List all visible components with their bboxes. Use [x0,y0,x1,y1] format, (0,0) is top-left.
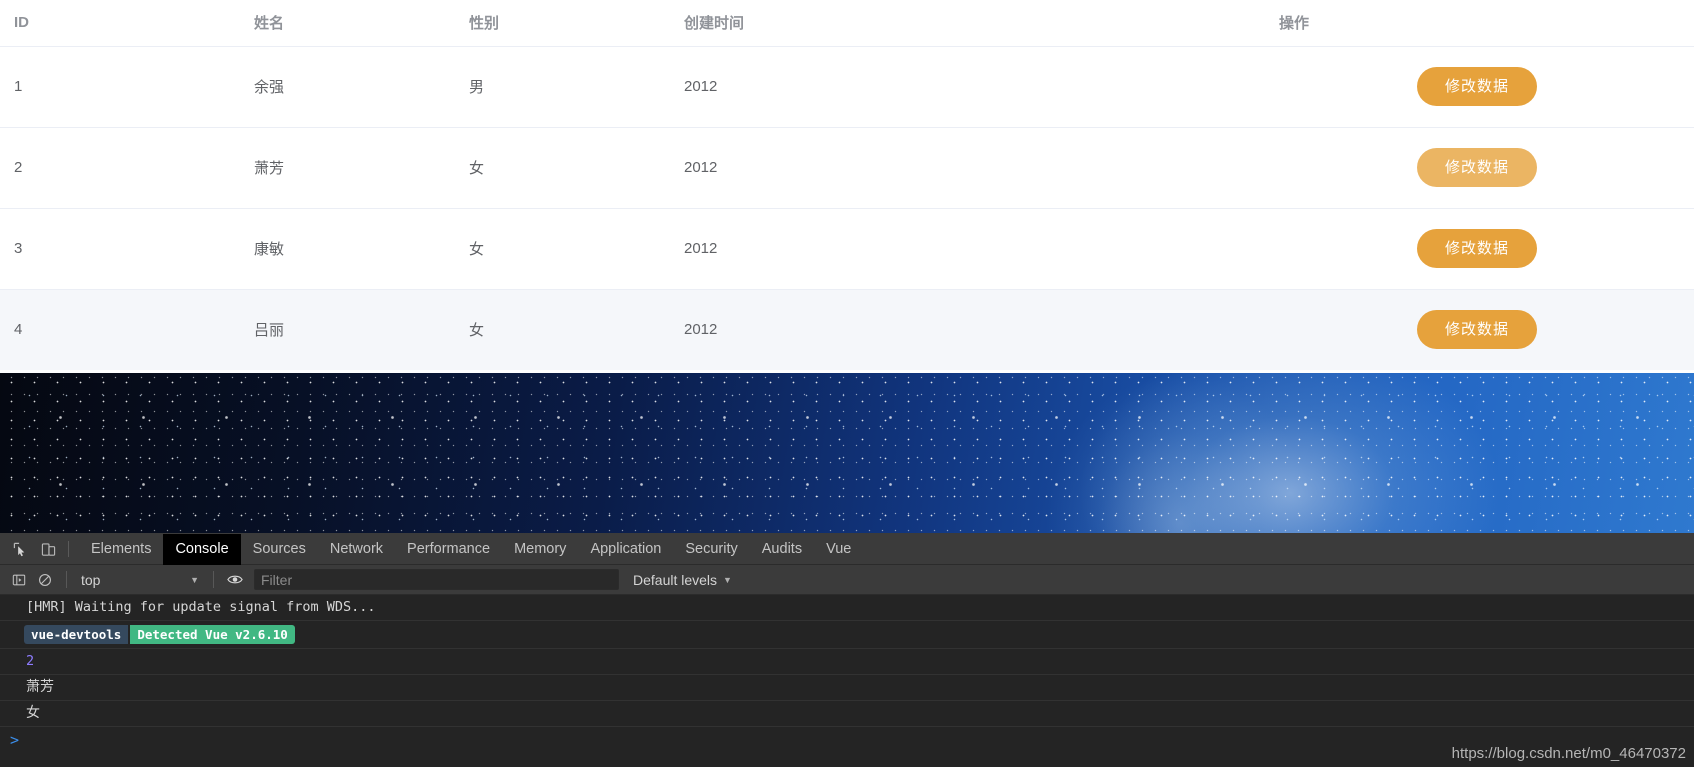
tab-console[interactable]: Console [163,534,241,565]
cell-name: 萧芳 [240,127,455,209]
column-header-action: 操作 [1265,0,1694,47]
edit-data-button[interactable]: 修改数据 [1417,148,1537,187]
console-prompt[interactable]: > [0,727,1694,753]
user-data-table: ID 姓名 性别 创建时间 操作 1 余强 男 2012 修改数据 2 萧芳 女… [0,0,1694,370]
console-filter-toolbar: top ▼ Default levels ▼ [0,565,1694,595]
clear-console-icon[interactable] [32,568,58,592]
cell-created: 2012 [670,289,1265,370]
console-log-message: 女 [0,701,1694,727]
execution-context-select[interactable]: top ▼ [75,569,205,591]
tab-sources[interactable]: Sources [241,534,318,565]
cell-id: 3 [0,208,240,290]
tab-elements[interactable]: Elements [79,534,163,565]
tab-memory[interactable]: Memory [502,534,578,565]
table-row[interactable]: 1 余强 男 2012 修改数据 [0,46,1694,128]
device-toolbar-icon[interactable] [34,536,62,562]
tab-audits[interactable]: Audits [750,534,814,565]
cell-action: 修改数据 [1265,289,1694,370]
table-header-row: ID 姓名 性别 创建时间 操作 [0,0,1694,47]
cell-id: 2 [0,127,240,209]
tab-application[interactable]: Application [578,534,673,565]
cell-action: 修改数据 [1265,46,1694,128]
chevron-down-icon: ▼ [190,574,199,585]
table-row[interactable]: 2 萧芳 女 2012 修改数据 [0,127,1694,209]
table-row[interactable]: 3 康敏 女 2012 修改数据 [0,208,1694,290]
column-header-name: 姓名 [240,0,455,47]
edit-data-button[interactable]: 修改数据 [1417,67,1537,106]
devtools-tabbar: Elements Console Sources Network Perform… [0,534,1694,565]
cell-gender: 男 [455,46,670,128]
cell-created: 2012 [670,127,1265,209]
table-header: ID 姓名 性别 创建时间 操作 [0,0,1694,47]
tab-security[interactable]: Security [673,534,749,565]
cell-id: 4 [0,289,240,370]
cell-created: 2012 [670,208,1265,290]
prompt-caret-icon: > [10,731,20,749]
live-expression-eye-icon[interactable] [222,568,248,592]
cell-name: 余强 [240,46,455,128]
cell-gender: 女 [455,127,670,209]
cell-gender: 女 [455,289,670,370]
column-header-created-time: 创建时间 [670,0,1265,47]
web-page-content: ID 姓名 性别 创建时间 操作 1 余强 男 2012 修改数据 2 萧芳 女… [0,0,1694,533]
table-body: 1 余强 男 2012 修改数据 2 萧芳 女 2012 修改数据 3 康敏 女… [0,46,1694,370]
console-filter-input[interactable] [254,569,619,590]
cell-gender: 女 [455,208,670,290]
cell-action: 修改数据 [1265,127,1694,209]
toolbar-divider [68,541,69,557]
console-log-message: 萧芳 [0,675,1694,701]
filter-divider-2 [213,571,214,588]
filter-divider-1 [66,571,67,588]
table-row[interactable]: 4 吕丽 女 2012 修改数据 [0,289,1694,370]
cell-created: 2012 [670,46,1265,128]
execution-context-value: top [81,571,101,588]
log-levels-select[interactable]: Default levels ▼ [633,572,732,588]
column-header-id: ID [0,0,240,47]
tab-performance[interactable]: Performance [395,534,502,565]
console-log-badge: vue-devtools Detected Vue v2.6.10 [0,621,1694,649]
cell-name: 吕丽 [240,289,455,370]
chevron-down-icon: ▼ [723,574,732,585]
vue-devtools-badge-value: Detected Vue v2.6.10 [130,625,295,644]
inspect-element-icon[interactable] [6,536,34,562]
browser-window: ID 姓名 性别 创建时间 操作 1 余强 男 2012 修改数据 2 萧芳 女… [0,0,1694,767]
cell-action: 修改数据 [1265,208,1694,290]
cell-id: 1 [0,46,240,128]
execute-sidebar-icon[interactable] [6,568,32,592]
tab-network[interactable]: Network [318,534,395,565]
log-levels-label: Default levels [633,571,718,588]
column-header-gender: 性别 [455,0,670,47]
edit-data-button[interactable]: 修改数据 [1417,229,1537,268]
devtools-panel: Elements Console Sources Network Perform… [0,533,1694,767]
vue-devtools-badge-label: vue-devtools [24,625,129,644]
cell-name: 康敏 [240,208,455,290]
user-data-table-container: ID 姓名 性别 创建时间 操作 1 余强 男 2012 修改数据 2 萧芳 女… [0,0,1694,370]
console-log-message: 2 [0,649,1694,675]
star-layer-bright [0,373,1694,533]
console-log-message: [HMR] Waiting for update signal from WDS… [0,595,1694,621]
console-output[interactable]: [HMR] Waiting for update signal from WDS… [0,595,1694,767]
starfield-background-image [0,373,1694,533]
edit-data-button[interactable]: 修改数据 [1417,310,1537,350]
tab-vue[interactable]: Vue [814,534,863,565]
